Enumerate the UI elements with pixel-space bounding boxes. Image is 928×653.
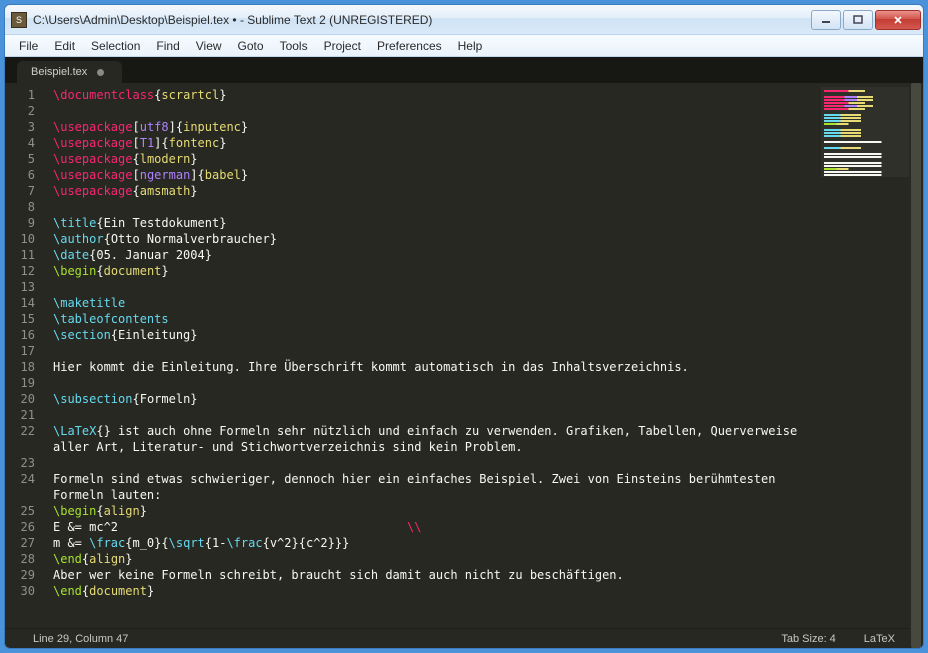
menu-project[interactable]: Project [316,37,369,55]
app-window: S C:\Users\Admin\Desktop\Beispiel.tex • … [4,4,924,649]
code-line: \end{document} [45,583,923,599]
status-tabsize[interactable]: Tab Size: 4 [767,633,849,645]
code-line: \subsection{Formeln} [45,391,923,407]
code-line: \usepackage{lmodern} [45,151,923,167]
code-line [45,279,923,295]
app-icon: S [11,12,27,28]
minimize-button[interactable] [811,10,841,30]
code-line: \usepackage[T1]{fontenc} [45,135,923,151]
code-line: \usepackage{amsmath} [45,183,923,199]
menu-file[interactable]: File [11,37,46,55]
menu-view[interactable]: View [188,37,230,55]
tab-label: Beispiel.tex [31,66,87,78]
close-button[interactable] [875,10,921,30]
code-line: \author{Otto Normalverbraucher} [45,231,923,247]
status-position[interactable]: Line 29, Column 47 [19,633,142,645]
code-line: \begin{document} [45,263,923,279]
code-line: \end{align} [45,551,923,567]
code-line [45,343,923,359]
menu-find[interactable]: Find [148,37,187,55]
code-line [45,103,923,119]
vertical-scrollbar[interactable] [909,83,923,648]
menu-selection[interactable]: Selection [83,37,148,55]
code-line [45,375,923,391]
menu-goto[interactable]: Goto [230,37,272,55]
code-container: 1234567891011121314151617181920212223242… [5,83,923,628]
code-line: \LaTeX{} ist auch ohne Formeln sehr nütz… [45,423,923,439]
code-line: \tableofcontents [45,311,923,327]
code-line: Aber wer keine Formeln schreibt, braucht… [45,567,923,583]
code-line: \title{Ein Testdokument} [45,215,923,231]
code-line: \date{05. Januar 2004} [45,247,923,263]
menu-preferences[interactable]: Preferences [369,37,450,55]
menu-edit[interactable]: Edit [46,37,83,55]
code-line: Formeln lauten: [45,487,923,503]
minimap[interactable] [821,87,909,177]
code-line: \begin{align} [45,503,923,519]
code-line: Hier kommt die Einleitung. Ihre Überschr… [45,359,923,375]
code-line: \documentclass{scrartcl} [45,87,923,103]
code-line: \maketitle [45,295,923,311]
dirty-indicator-icon [97,69,104,76]
tab-beispiel[interactable]: Beispiel.tex [17,61,122,83]
code-line: m &= \frac{m_0}{\sqrt{1-\frac{v^2}{c^2}}… [45,535,923,551]
code-line: E &= mc^2 \\ [45,519,923,535]
code-text-area[interactable]: \documentclass{scrartcl} \usepackage[utf8… [45,83,923,628]
menubar: File Edit Selection Find View Goto Tools… [5,35,923,57]
menu-tools[interactable]: Tools [272,37,316,55]
status-bar: Line 29, Column 47 Tab Size: 4 LaTeX [5,628,923,648]
code-line: \section{Einleitung} [45,327,923,343]
code-line [45,199,923,215]
status-syntax[interactable]: LaTeX [850,633,909,645]
code-line [45,455,923,471]
scrollbar-thumb[interactable] [911,83,921,648]
code-line: aller Art, Literatur- und Stichwortverze… [45,439,923,455]
titlebar[interactable]: S C:\Users\Admin\Desktop\Beispiel.tex • … [5,5,923,35]
window-controls [811,10,921,30]
code-line [45,407,923,423]
editor-area: Beispiel.tex 123456789101112131415161718… [5,57,923,648]
window-title: C:\Users\Admin\Desktop\Beispiel.tex • - … [33,13,811,27]
tab-bar: Beispiel.tex [5,57,923,83]
menu-help[interactable]: Help [450,37,491,55]
code-line: Formeln sind etwas schwieriger, dennoch … [45,471,923,487]
code-line: \usepackage[ngerman]{babel} [45,167,923,183]
line-number-gutter: 1234567891011121314151617181920212223242… [5,83,45,628]
code-line: \usepackage[utf8]{inputenc} [45,119,923,135]
maximize-button[interactable] [843,10,873,30]
